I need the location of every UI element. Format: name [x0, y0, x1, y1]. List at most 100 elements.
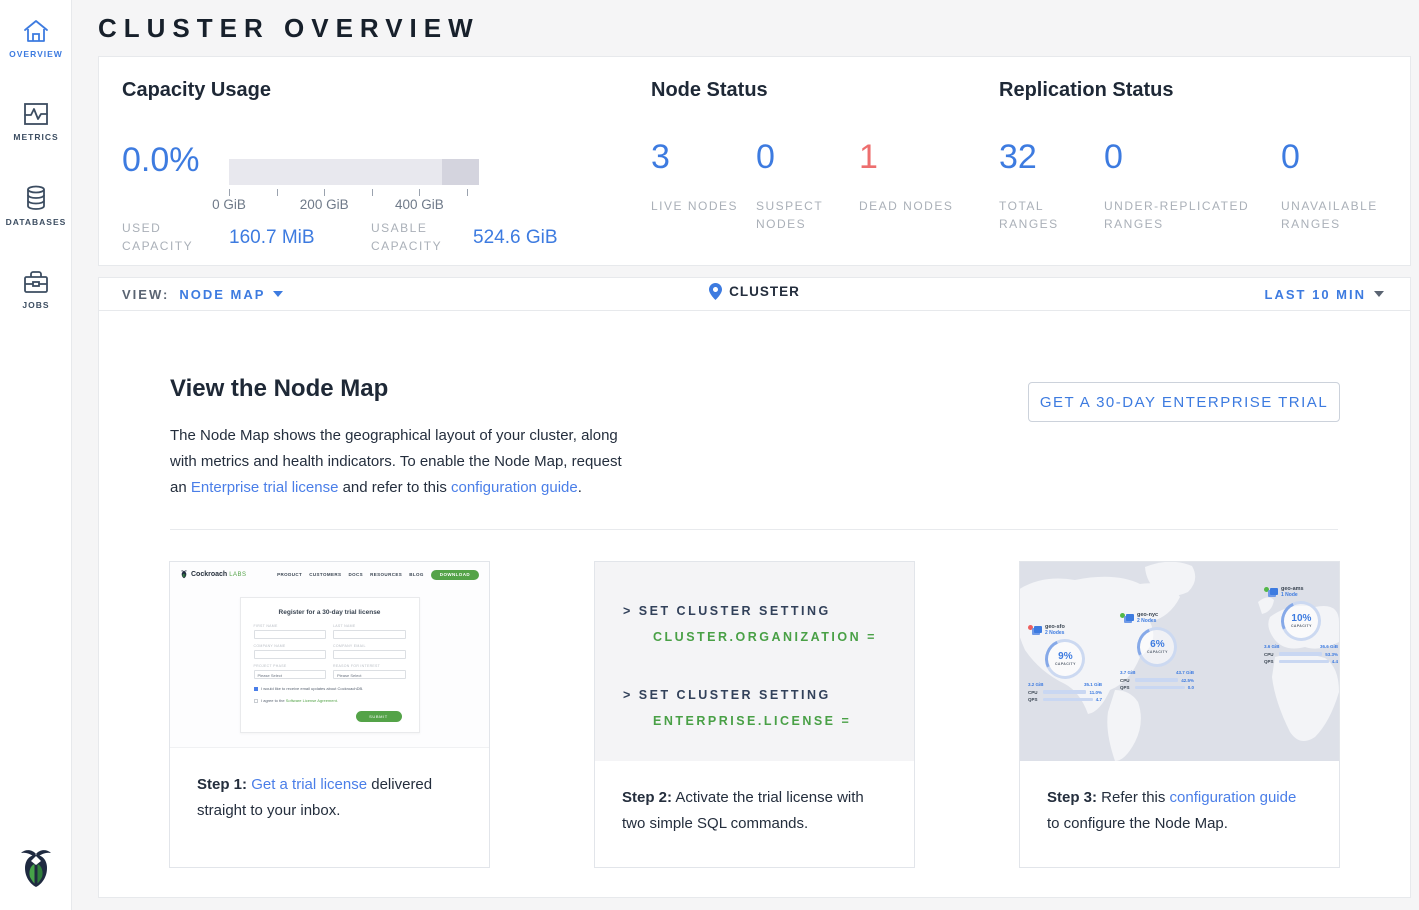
- replication-status-title: Replication Status: [999, 79, 1414, 102]
- qps-value: 4.4: [1332, 659, 1338, 664]
- cpu-value: 11.0%: [1089, 690, 1102, 695]
- nav-item: RESOURCES: [370, 572, 402, 577]
- site-nav: PRODUCT CUSTOMERS DOCS RESOURCES BLOG DO…: [270, 570, 479, 580]
- nav-item: CUSTOMERS: [309, 572, 341, 577]
- map-locality-geo-nyc: geo-nyc 2 Nodes 6% CAPACITY 3.7 GiB: [1120, 612, 1194, 690]
- dead-nodes-value: 1: [859, 137, 969, 177]
- description-text: and refer to this: [338, 479, 451, 496]
- node-map-panel: View the Node Map The Node Map shows the…: [98, 311, 1411, 898]
- main-content: CLUSTER OVERVIEW Capacity Usage 0.0% 0 G…: [72, 0, 1419, 910]
- breadcrumb: CLUSTER: [99, 283, 1410, 305]
- time-range-selector[interactable]: LAST 10 MIN: [1265, 287, 1384, 302]
- sidebar-item-label: METRICS: [0, 132, 72, 142]
- capacity-percent: 6%: [1147, 640, 1168, 650]
- registration-site-screenshot: Cockroach LABS PRODUCT CUSTOMERS DOCS RE…: [170, 562, 489, 748]
- map-locality-geo-ams: geo-ams 1 Node 10% CAPACITY 3.6 GiB: [1264, 586, 1338, 664]
- chevron-down-icon: [1374, 291, 1384, 297]
- usable-capacity-label: USABLE CAPACITY: [371, 219, 471, 255]
- step2-caption: Step 2: Activate the trial license with …: [595, 761, 914, 837]
- step-label: Step 2:: [622, 789, 672, 806]
- code-argument: CLUSTER.ORGANIZATION =: [653, 630, 914, 644]
- locality-node-count: 2 Nodes: [1137, 618, 1158, 624]
- qps-label: QPS: [1028, 697, 1040, 702]
- suspect-nodes-metric: 0 SUSPECT NODES: [756, 137, 859, 233]
- home-icon: [0, 18, 72, 44]
- license-agreement-link: Software License Agreement.: [286, 698, 338, 703]
- configuration-guide-link[interactable]: configuration guide: [451, 479, 578, 496]
- nodes-icon: [1034, 626, 1042, 633]
- enterprise-trial-license-link[interactable]: Enterprise trial license: [191, 479, 339, 496]
- sidebar-item-metrics[interactable]: METRICS: [0, 83, 72, 142]
- cpu-label: CPU: [1028, 690, 1040, 695]
- qps-label: QPS: [1120, 685, 1132, 690]
- capacity-percent: 9%: [1055, 652, 1076, 662]
- capacity-gauge: 10% CAPACITY: [1275, 595, 1326, 646]
- capacity-label: CAPACITY: [1055, 662, 1076, 666]
- locality-node-count: 1 Node: [1281, 592, 1304, 598]
- capacity-total: 36.6 GiB: [1320, 644, 1338, 649]
- map-locality-geo-sfo: geo-sfo 2 Nodes 9% CAPACITY 3.2 GiB: [1028, 624, 1102, 702]
- tick-label: 400 GiB: [395, 197, 444, 212]
- field-label: REASON FOR INTEREST: [333, 664, 406, 668]
- caption-text: to configure the Node Map.: [1047, 815, 1228, 832]
- used-capacity-value: 160.7 MiB: [229, 227, 315, 249]
- capacity-total: 35.1 GiB: [1084, 682, 1102, 687]
- sidebar-item-label: JOBS: [0, 300, 72, 310]
- time-range-value: LAST 10 MIN: [1265, 287, 1366, 302]
- nodes-icon: [1270, 588, 1278, 595]
- total-ranges-value: 32: [999, 137, 1104, 177]
- live-nodes-label: LIVE NODES: [651, 197, 756, 215]
- step1-caption: Step 1: Get a trial license delivered st…: [170, 748, 489, 824]
- text-input: [254, 630, 327, 639]
- capacity-bar: [229, 159, 479, 185]
- enterprise-trial-button[interactable]: GET A 30-DAY ENTERPRISE TRIAL: [1028, 382, 1340, 422]
- form-title: Register for a 30-day trial license: [254, 609, 406, 616]
- sidebar-item-databases[interactable]: DATABASES: [0, 166, 72, 227]
- submit-button: SUBMIT: [356, 711, 402, 722]
- used-capacity-label: USED CAPACITY: [122, 219, 222, 255]
- total-ranges-label: TOTAL RANGES: [999, 197, 1104, 233]
- capacity-gauge: 9% CAPACITY: [1039, 633, 1090, 684]
- select-input: Please Select: [254, 670, 327, 679]
- capacity-bar-reserved-segment: [442, 159, 480, 185]
- divider: [170, 529, 1338, 530]
- unavailable-ranges-metric: 0 UNAVAILABLE RANGES: [1281, 137, 1412, 233]
- capacity-used-percent: 0.0%: [122, 141, 200, 180]
- briefcase-icon: [0, 269, 72, 295]
- caption-text: Refer this: [1097, 789, 1170, 806]
- unavailable-ranges-label: UNAVAILABLE RANGES: [1281, 197, 1412, 233]
- capacity-used: 3.2 GiB: [1028, 682, 1044, 687]
- sql-code-sample: > SET CLUSTER SETTING CLUSTER.ORGANIZATI…: [595, 562, 914, 761]
- qps-bar: [1043, 698, 1093, 702]
- node-status-section: Node Status 3 LIVE NODES 0 SUSPECT NODES…: [651, 79, 981, 233]
- field-label: COMPANY NAME: [254, 644, 327, 648]
- unavailable-ranges-value: 0: [1281, 137, 1412, 177]
- sidebar-item-overview[interactable]: OVERVIEW: [0, 0, 72, 59]
- configuration-guide-link[interactable]: configuration guide: [1170, 789, 1297, 806]
- code-block: > SET CLUSTER SETTING CLUSTER.ORGANIZATI…: [623, 604, 914, 644]
- world-map-graphic: geo-sfo 2 Nodes 9% CAPACITY 3.2 GiB: [1020, 562, 1339, 761]
- usable-capacity-value: 524.6 GiB: [473, 227, 558, 249]
- suspect-nodes-label: SUSPECT NODES: [756, 197, 859, 233]
- qps-label: QPS: [1264, 659, 1276, 664]
- code-argument: ENTERPRISE.LICENSE =: [653, 714, 914, 728]
- qps-value: 4.7: [1096, 697, 1102, 702]
- cpu-label: CPU: [1264, 652, 1276, 657]
- cpu-value: 53.3%: [1325, 652, 1338, 657]
- field-label: FIRST NAME: [254, 624, 327, 628]
- sidebar-item-jobs[interactable]: JOBS: [0, 251, 72, 310]
- cpu-bar: [1279, 652, 1322, 656]
- capacity-usage-title: Capacity Usage: [122, 79, 642, 102]
- capacity-gauge: 6% CAPACITY: [1131, 621, 1182, 672]
- text-input: [333, 650, 406, 659]
- dead-nodes-label: DEAD NODES: [859, 197, 969, 215]
- replication-status-section: Replication Status 32 TOTAL RANGES 0 UND…: [999, 79, 1414, 233]
- node-map-heading: View the Node Map: [170, 375, 388, 403]
- get-trial-license-link[interactable]: Get a trial license: [251, 776, 367, 793]
- sidebar-item-label: DATABASES: [0, 217, 72, 227]
- brand-name: Cockroach: [191, 571, 227, 578]
- qps-bar: [1135, 686, 1185, 690]
- cpu-bar: [1135, 678, 1178, 682]
- nav-item: PRODUCT: [277, 572, 302, 577]
- cpu-bar: [1043, 690, 1086, 694]
